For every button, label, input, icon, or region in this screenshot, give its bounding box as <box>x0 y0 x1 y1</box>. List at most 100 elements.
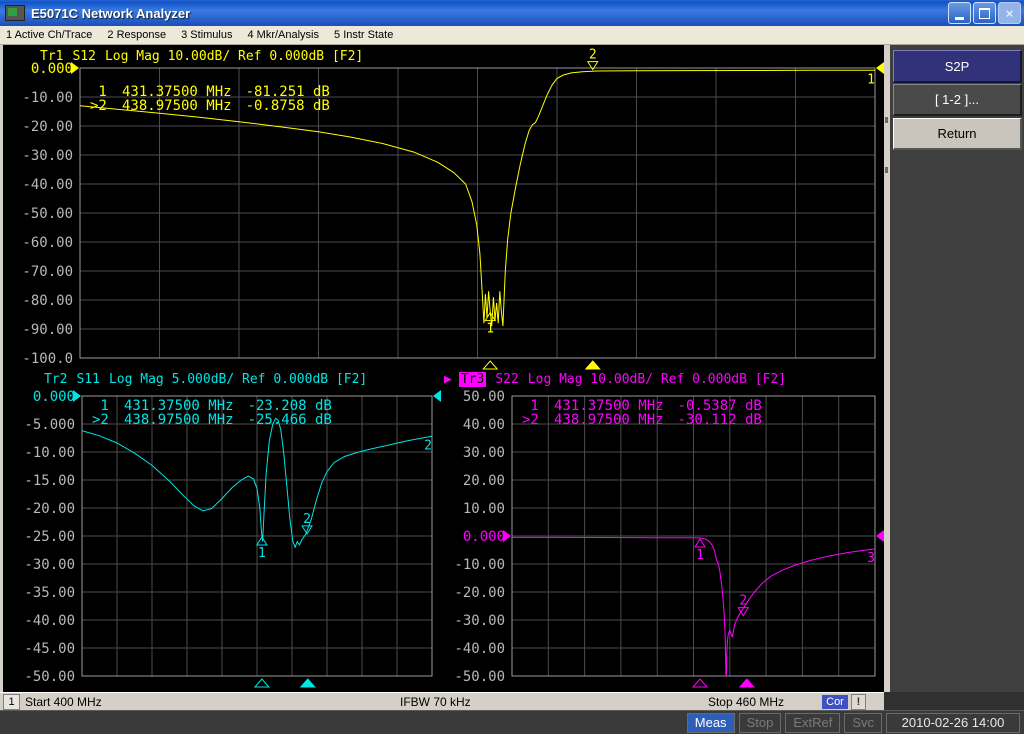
datetime-readout: 2010-02-26 14:00 <box>886 713 1020 733</box>
tr1-marker1-row: 1 431.37500 MHz -81.251 dB <box>90 85 330 99</box>
svg-text:-90.00: -90.00 <box>22 322 73 338</box>
marker-value: -0.5387 dB <box>678 399 762 413</box>
menu-active-ch-trace[interactable]: 1 Active Ch/Trace <box>6 29 92 41</box>
meas-indicator: Meas <box>687 713 735 733</box>
marker-number: >2 <box>90 99 110 113</box>
svg-text:3: 3 <box>867 551 875 566</box>
marker-frequency: 431.37500 MHz <box>554 399 664 413</box>
app-window: E5071C Network Analyzer × 1 Active Ch/Tr… <box>0 0 1024 734</box>
close-icon: × <box>1006 6 1014 21</box>
channel-number-box: 1 <box>3 694 20 710</box>
minimize-icon <box>955 17 964 20</box>
svg-text:0.000: 0.000 <box>463 529 505 545</box>
marker-value: -81.251 dB <box>246 85 330 99</box>
window-title: E5071C Network Analyzer <box>31 6 190 21</box>
svg-text:1: 1 <box>696 548 704 563</box>
marker-value: -0.8758 dB <box>246 99 330 113</box>
extref-indicator: ExtRef <box>785 713 840 733</box>
svg-text:1: 1 <box>258 546 266 561</box>
svg-text:1: 1 <box>486 322 494 337</box>
gutter-mark <box>885 167 888 173</box>
chart-tr3-s22: 50.0040.0030.0020.0010.000.000-10.00-20.… <box>444 370 884 692</box>
svc-indicator: Svc <box>844 713 882 733</box>
marker-frequency: 431.37500 MHz <box>122 85 232 99</box>
svg-text:-10.00: -10.00 <box>454 557 505 573</box>
svg-text:-40.00: -40.00 <box>454 641 505 657</box>
tr2-marker1-row: 1 431.37500 MHz -23.208 dB <box>92 399 332 413</box>
menu-stimulus[interactable]: 3 Stimulus <box>181 29 232 41</box>
marker-frequency: 431.37500 MHz <box>124 399 234 413</box>
softkey-return-button[interactable]: Return <box>893 118 1022 150</box>
tr3-marker1-row: 1 431.37500 MHz -0.5387 dB <box>522 399 762 413</box>
tr2-scale: Log Mag 5.000dB/ Ref 0.000dB [F2] <box>109 372 367 387</box>
svg-text:-100.0: -100.0 <box>22 351 73 367</box>
softkey-1-2-button[interactable]: [ 1-2 ]... <box>893 84 1022 116</box>
marker-number: 1 <box>90 85 110 99</box>
tr3-marker2-row: >2 438.97500 MHz -30.112 dB <box>522 413 762 427</box>
menu-mkr-analysis[interactable]: 4 Mkr/Analysis <box>247 29 319 41</box>
display-area: 0.000 -10.00 -20.00 -30.00 -40.00 -50.00 -60.0… <box>0 45 1024 692</box>
tr3-scale: Log Mag 10.00dB/ Ref 0.000dB [F2] <box>528 372 786 387</box>
status-bar-corner <box>884 692 1024 710</box>
tr3-parameter: S22 <box>495 372 518 387</box>
tr3-label: Tr3 <box>459 372 486 387</box>
title-bar: E5071C Network Analyzer × <box>0 0 1024 26</box>
marker-value: -25.466 dB <box>248 413 332 427</box>
svg-text:-10.00: -10.00 <box>22 90 73 106</box>
svg-text:-40.00: -40.00 <box>22 177 73 193</box>
warning-badge: ! <box>851 694 866 710</box>
menu-response[interactable]: 2 Response <box>107 29 166 41</box>
softkey-menu: S2P [ 1-2 ]... Return <box>890 45 1024 692</box>
menu-instr-state[interactable]: 5 Instr State <box>334 29 393 41</box>
tr2-label: Tr2 <box>44 372 67 387</box>
app-icon <box>5 5 25 21</box>
tr1-marker2-row: >2 438.97500 MHz -0.8758 dB <box>90 99 330 113</box>
restore-button[interactable] <box>973 2 996 24</box>
svg-text:-10.00: -10.00 <box>24 445 75 461</box>
svg-text:-15.00: -15.00 <box>24 473 75 489</box>
stop-indicator: Stop <box>739 713 782 733</box>
tr3-marker-readout: 1 431.37500 MHz -0.5387 dB >2 438.97500 … <box>522 399 762 427</box>
tr1-label: Tr1 <box>40 49 63 64</box>
svg-text:2: 2 <box>589 48 597 63</box>
active-trace-arrow-icon: ▶ <box>444 372 452 387</box>
minimize-button[interactable] <box>948 2 971 24</box>
svg-text:-60.00: -60.00 <box>22 235 73 251</box>
svg-text:-80.00: -80.00 <box>22 293 73 309</box>
close-button[interactable]: × <box>998 2 1021 24</box>
svg-text:-20.00: -20.00 <box>22 119 73 135</box>
svg-text:-50.00: -50.00 <box>22 206 73 222</box>
marker-frequency: 438.97500 MHz <box>554 413 664 427</box>
tr1-header: ▶ Tr1 S12 Log Mag 10.00dB/ Ref 0.000dB [… <box>40 49 363 64</box>
svg-text:2: 2 <box>303 512 311 527</box>
tr2-header: ▶ Tr2 S11 Log Mag 5.000dB/ Ref 0.000dB [… <box>44 372 367 387</box>
svg-text:1: 1 <box>867 72 875 87</box>
svg-text:-30.00: -30.00 <box>22 148 73 164</box>
svg-text:-30.00: -30.00 <box>24 557 75 573</box>
svg-text:20.00: 20.00 <box>463 473 505 489</box>
marker-number: 1 <box>92 399 112 413</box>
correction-badge: Cor <box>822 695 848 709</box>
status-bar: 1 Start 400 MHz IFBW 70 kHz Stop 460 MHz… <box>0 692 884 710</box>
restore-icon <box>979 8 990 19</box>
tr1-scale: Log Mag 10.00dB/ Ref 0.000dB [F2] <box>105 49 363 64</box>
tr2-marker2-row: >2 438.97500 MHz -25.466 dB <box>92 413 332 427</box>
svg-text:50.00: 50.00 <box>463 389 505 405</box>
svg-text:-30.00: -30.00 <box>454 613 505 629</box>
softkey-menu-title: S2P <box>893 50 1022 83</box>
marker-number: >2 <box>522 413 542 427</box>
svg-text:2: 2 <box>739 594 747 609</box>
svg-text:-45.00: -45.00 <box>24 641 75 657</box>
marker-value: -30.112 dB <box>678 413 762 427</box>
gutter-mark <box>885 117 888 123</box>
svg-text:-50.00: -50.00 <box>454 669 505 685</box>
marker-number: >2 <box>92 413 112 427</box>
marker-frequency: 438.97500 MHz <box>122 99 232 113</box>
marker-frequency: 438.97500 MHz <box>124 413 234 427</box>
instrument-state-bar: Meas Stop ExtRef Svc 2010-02-26 14:00 <box>0 710 1024 734</box>
stop-frequency: Stop 460 MHz <box>708 695 784 709</box>
marker-number: 1 <box>522 399 542 413</box>
menu-bar: 1 Active Ch/Trace 2 Response 3 Stimulus … <box>0 26 1024 45</box>
svg-text:0.000: 0.000 <box>33 389 75 405</box>
ifbw-readout: IFBW 70 kHz <box>400 695 471 709</box>
